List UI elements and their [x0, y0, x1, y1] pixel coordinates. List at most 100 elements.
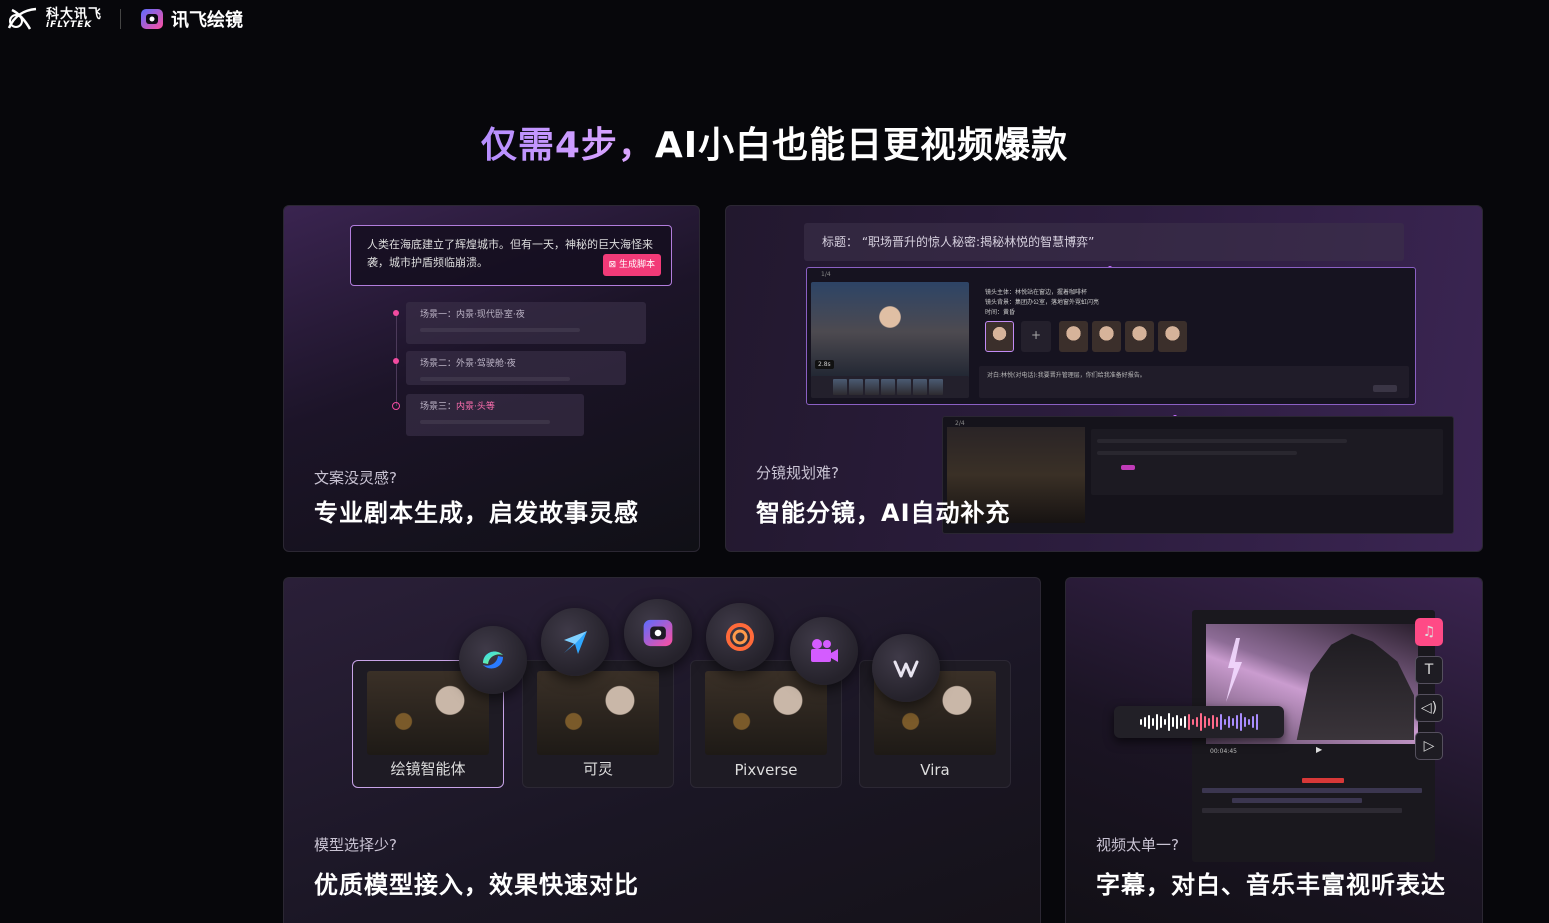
page-title-highlight: 仅需4步，	[480, 125, 655, 166]
waveform-bar	[1216, 717, 1218, 727]
model-label: 可灵	[582, 760, 613, 778]
waveform-bar	[1248, 719, 1250, 725]
script-prompt-box[interactable]: 人类在海底建立了辉煌城市。但有一天，神秘的巨大海怪来袭，城市护盾频临崩溃。 ⊠ …	[350, 225, 672, 286]
waveform-bar	[1168, 713, 1170, 731]
iflytek-mark-icon	[7, 7, 37, 30]
waveform-bar	[1176, 715, 1178, 729]
page-title: 仅需4步，AI小白也能日更视频爆款	[0, 116, 1549, 168]
add-character-button[interactable]: +	[1021, 321, 1051, 352]
waveform-bar	[1144, 717, 1146, 727]
play-icon[interactable]: ▶	[1316, 745, 1322, 754]
card-subtitle: 文案没灵感?	[314, 469, 397, 487]
card-heading: 智能分镜，AI自动补充	[756, 499, 1011, 527]
waveform-bar	[1140, 719, 1142, 725]
waveform-bar	[1192, 719, 1194, 725]
waveform-bar	[1196, 717, 1198, 727]
scene-item[interactable]: 场景三：内景·头等	[406, 394, 584, 436]
shot-preview-image[interactable]	[811, 282, 969, 382]
shot-dialog-field[interactable]: 对白:林悦(对电话):我要晋升管理层，你们给我准备好报告。	[979, 366, 1409, 398]
storyboard-editor-window: 1/4 2.8s 镜头主体：林悦站在窗边，握着咖啡杯 镜头背景：集团办公室，落地…	[806, 267, 1416, 405]
waveform-bar	[1180, 718, 1182, 726]
card-heading: 优质模型接入，效果快速对比	[314, 871, 639, 899]
waveform-bar	[1220, 714, 1222, 730]
shot-duration-badge: 2.8s	[815, 360, 834, 369]
product-name: 讯飞绘镜	[171, 10, 244, 31]
video-timecode: 00:04:45	[1210, 748, 1237, 755]
card-subtitle: 模型选择少?	[314, 836, 397, 854]
iflytek-en-name: iFLYTEK	[46, 20, 93, 30]
vidu-app-icon[interactable]	[872, 634, 940, 702]
waveform-bar	[1204, 716, 1206, 728]
waveform-bar	[1156, 714, 1158, 730]
editor-toolbar: ♫ T ◁) ▷	[1415, 618, 1443, 770]
waveform-bar	[1232, 718, 1234, 726]
scene-dot-current	[392, 402, 400, 410]
waveform-bar	[1200, 713, 1202, 731]
scene-dot	[393, 358, 399, 364]
waveform-bar	[1152, 718, 1154, 726]
waveform-bar	[1236, 715, 1238, 729]
swirl-app-icon[interactable]	[459, 626, 527, 694]
waveform-bar	[1184, 716, 1186, 728]
character-avatar-selected[interactable]	[985, 321, 1014, 352]
play-box-icon[interactable]: ▷	[1415, 732, 1443, 760]
page-title-rest: AI小白也能日更视频爆款	[654, 125, 1069, 166]
waveform-bar	[1160, 716, 1162, 728]
shot-counter: 2/4	[955, 420, 965, 427]
scene-item[interactable]: 场景一：内景·现代卧室·夜	[406, 302, 646, 344]
waveform-bar	[1224, 719, 1226, 725]
waveform-bar	[1256, 714, 1258, 730]
feature-card-storyboard: 标题： “职场晋升的惊人秘密:揭秘林悦的智慧博弈” 1/4 2.8s 镜头主体：…	[725, 205, 1483, 552]
audio-waveform[interactable]	[1114, 706, 1284, 738]
storyboard-title-bar[interactable]: 标题： “职场晋升的惊人秘密:揭秘林悦的智慧博弈”	[804, 223, 1404, 261]
waveform-bar	[1148, 715, 1150, 729]
timeline-tracks[interactable]	[1192, 766, 1435, 822]
scene-dot	[393, 310, 399, 316]
model-label: Vira	[920, 761, 950, 779]
character-avatar[interactable]	[1059, 321, 1088, 352]
waveform-bar	[1228, 716, 1230, 728]
huijing-logo-icon	[141, 9, 164, 29]
product-logo[interactable]: 讯飞绘镜	[139, 6, 243, 32]
model-label: Pixverse	[734, 761, 798, 779]
waveform-bar	[1164, 719, 1166, 725]
model-sample-image	[705, 671, 827, 755]
waveform-bar	[1172, 717, 1174, 727]
feature-card-models: 绘镜智能体 可灵 Pixverse Vira 模型选择少? 优质模型接入，效果快…	[283, 577, 1041, 923]
model-card-keling[interactable]: 可灵	[522, 660, 674, 788]
paper-plane-app-icon[interactable]	[541, 608, 609, 676]
volume-icon[interactable]: ◁)	[1415, 694, 1443, 722]
header-logos: 科大讯飞 iFLYTEK 讯飞绘镜	[6, 6, 243, 32]
huijing-app-icon[interactable]	[624, 599, 692, 667]
music-note-icon[interactable]: ♫	[1415, 618, 1443, 646]
character-avatar[interactable]	[1092, 321, 1121, 352]
waveform-bar	[1188, 714, 1190, 730]
scene-item[interactable]: 场景二：外景·驾驶舱·夜	[406, 351, 626, 385]
model-label: 绘镜智能体	[390, 760, 466, 778]
storyboard-editor-window-2: 2/4	[942, 416, 1454, 534]
generate-script-button[interactable]: ⊠ 生成脚本	[602, 254, 661, 276]
feature-card-script: 人类在海底建立了辉煌城市。但有一天，神秘的巨大海怪来袭，城市护盾频临崩溃。 ⊠ …	[283, 205, 700, 552]
iflytek-logo[interactable]: 科大讯飞 iFLYTEK	[6, 6, 102, 32]
character-tag	[1121, 465, 1135, 470]
card-subtitle: 分镜规划难?	[756, 464, 839, 482]
waveform-bar	[1240, 713, 1242, 731]
shot-info: 镜头主体：林悦站在窗边，握着咖啡杯 镜头背景：集团办公室，落地窗外霓虹闪亮 时间…	[985, 289, 1100, 316]
card-heading: 专业剧本生成，启发故事灵感	[314, 499, 639, 527]
logo-divider	[120, 9, 122, 29]
waveform-bar	[1252, 716, 1254, 728]
character-avatar[interactable]	[1158, 321, 1187, 352]
waveform-bar	[1244, 717, 1246, 727]
card-subtitle: 视频太单一?	[1096, 836, 1179, 854]
spiral-app-icon[interactable]	[706, 603, 774, 671]
card-heading: 字幕，对白、音乐丰富视听表达	[1096, 871, 1446, 899]
text-icon[interactable]: T	[1415, 656, 1443, 684]
shot-thumbnail-strip[interactable]	[811, 376, 969, 398]
waveform-bar	[1212, 715, 1214, 729]
video-camera-app-icon[interactable]	[790, 617, 858, 685]
shot-counter: 1/4	[821, 271, 831, 278]
model-sample-image	[537, 671, 659, 755]
lightning-graphic	[1226, 638, 1242, 702]
waveform-bar	[1208, 718, 1210, 726]
character-avatar[interactable]	[1125, 321, 1154, 352]
